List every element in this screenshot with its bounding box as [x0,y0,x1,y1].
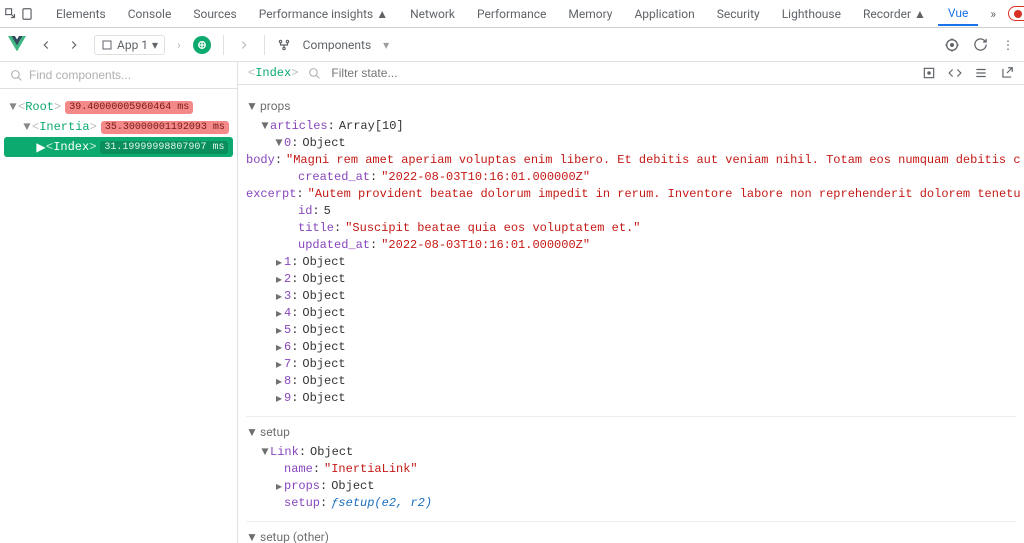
prop-articles-2[interactable]: ▸2: Object [246,272,1016,289]
locate-component-icon[interactable] [944,37,960,53]
tab-recorder[interactable]: Recorder ▲ [853,3,936,25]
twisty-icon[interactable]: ▼ [260,119,270,133]
tab-network[interactable]: Network [400,3,465,25]
errors-badge[interactable]: 3 [1008,6,1024,21]
prop-articles-1[interactable]: ▸1: Object [246,255,1016,272]
tab-console[interactable]: Console [118,3,182,25]
prop-field-excerpt[interactable]: excerpt: "Autem provident beatae dolorum… [246,187,1016,204]
tab-memory[interactable]: Memory [558,3,622,25]
devtools-tab-bar: Elements Console Sources Performance ins… [0,0,1024,28]
twisty-icon[interactable]: ▼ [260,445,270,459]
prop-field-created_at[interactable]: created_at: "2022-08-03T10:16:01.000000Z… [246,170,1016,187]
inspector-tab-components-icon[interactable] [193,36,211,54]
tabs-overflow[interactable]: » [980,3,1006,25]
tree-node-inertia[interactable]: ▼<Inertia>35.30000001192093 ms [4,117,233,137]
render-timing-badge: 31.19999998807907 ms [100,141,228,154]
setup-link-props[interactable]: ▸props: Object [246,479,1016,496]
inspector-label[interactable]: Components [303,38,372,52]
toolbar-more-icon[interactable]: ⋮ [1000,37,1016,53]
vue-logo-icon [8,36,26,54]
twisty-icon[interactable]: ▸ [274,374,284,389]
open-in-editor-icon[interactable] [1000,66,1014,80]
twisty-icon[interactable]: ▸ [274,289,284,304]
tab-security[interactable]: Security [707,3,770,25]
twisty-icon[interactable]: ▸ [274,272,284,287]
inspect-element-icon[interactable] [4,6,18,22]
section-setup[interactable]: ▼setup [246,425,1016,439]
prop-articles[interactable]: ▼articles: Array[10] [246,119,1016,136]
tab-sources[interactable]: Sources [183,3,246,25]
twisty-icon[interactable]: ▼ [274,136,284,150]
prop-articles-5[interactable]: ▸5: Object [246,323,1016,340]
vue-toolbar: App 1 ▾ › Components ▾ ⋮ [0,28,1024,62]
prop-articles-4[interactable]: ▸4: Object [246,306,1016,323]
twisty-icon[interactable]: ▸ [274,340,284,355]
section-props[interactable]: ▼props [246,99,1016,113]
setup-link[interactable]: ▼Link: Object [246,445,1016,462]
section-setup-other[interactable]: ▼setup (other) [246,530,1016,543]
show-render-code-icon[interactable] [948,66,962,80]
prop-articles-0[interactable]: ▼0: Object [246,136,1016,153]
device-toggle-icon[interactable] [20,6,34,22]
twisty-icon[interactable]: ▸ [274,323,284,338]
chevron-down-icon[interactable]: ▾ [383,38,389,52]
twisty-icon[interactable]: ▸ [274,255,284,270]
render-timing-badge: 39.40000005960464 ms [65,101,193,114]
prop-articles-8[interactable]: ▸8: Object [246,374,1016,391]
setup-link-name[interactable]: name: "InertiaLink" [246,462,1016,479]
components-icon [277,38,291,52]
nav-forward-icon[interactable] [66,37,82,53]
tab-vue[interactable]: Vue [938,2,978,26]
tab-elements[interactable]: Elements [46,3,116,25]
prop-field-title[interactable]: title: "Suscipit beatae quia eos volupta… [246,221,1016,238]
prop-articles-9[interactable]: ▸9: Object [246,391,1016,408]
tree-twisty-icon[interactable]: ▼ [8,100,18,114]
tree-twisty-icon[interactable]: ▶ [36,140,46,155]
twisty-icon[interactable]: ▸ [274,357,284,372]
component-tree-panel: ▼<Root>39.40000005960464 ms▼<Inertia>35.… [0,62,238,543]
app-selector-label: App 1 [117,38,148,52]
twisty-icon[interactable]: ▸ [274,479,284,494]
prop-field-updated_at[interactable]: updated_at: "2022-08-03T10:16:01.000000Z… [246,238,1016,255]
tree-twisty-icon[interactable]: ▼ [22,120,32,134]
search-icon [308,67,321,80]
tab-performance[interactable]: Performance [467,3,556,25]
render-timing-badge: 35.30000001192093 ms [101,121,229,134]
selected-component-breadcrumb: <Index> [248,66,298,80]
twisty-icon[interactable]: ▸ [274,306,284,321]
prop-field-id[interactable]: id: 5 [246,204,1016,221]
chevron-down-icon: ▾ [152,38,158,52]
app-selector[interactable]: App 1 ▾ [94,35,165,55]
tab-lighthouse[interactable]: Lighthouse [772,3,851,25]
prop-articles-6[interactable]: ▸6: Object [246,340,1016,357]
twisty-icon[interactable]: ▸ [274,391,284,406]
refresh-icon[interactable] [972,37,988,53]
filter-state-input[interactable] [331,66,531,80]
prop-articles-3[interactable]: ▸3: Object [246,289,1016,306]
search-icon [10,69,23,82]
scroll-to-component-icon[interactable] [922,66,936,80]
setup-link-setup[interactable]: setup: ƒ setup(e2, r2) [246,496,1016,513]
tab-performance-insights[interactable]: Performance insights ▲ [249,3,398,25]
tab-application[interactable]: Application [624,3,704,25]
prop-field-body[interactable]: body: "Magni rem amet aperiam voluptas e… [246,153,1016,170]
tree-node-root[interactable]: ▼<Root>39.40000005960464 ms [4,97,233,117]
find-components-input[interactable] [29,68,227,82]
inspect-dom-icon[interactable] [974,66,988,80]
nav-back-icon[interactable] [38,37,54,53]
prop-articles-7[interactable]: ▸7: Object [246,357,1016,374]
timeline-tab-icon[interactable] [236,37,252,53]
state-panel: <Index> ▼props ▼articles: Array[10]▼0: Ob… [238,62,1024,543]
chevron-right-icon: › [177,38,181,52]
tree-node-index[interactable]: ▶<Index>31.19999998807907 ms [4,137,233,157]
